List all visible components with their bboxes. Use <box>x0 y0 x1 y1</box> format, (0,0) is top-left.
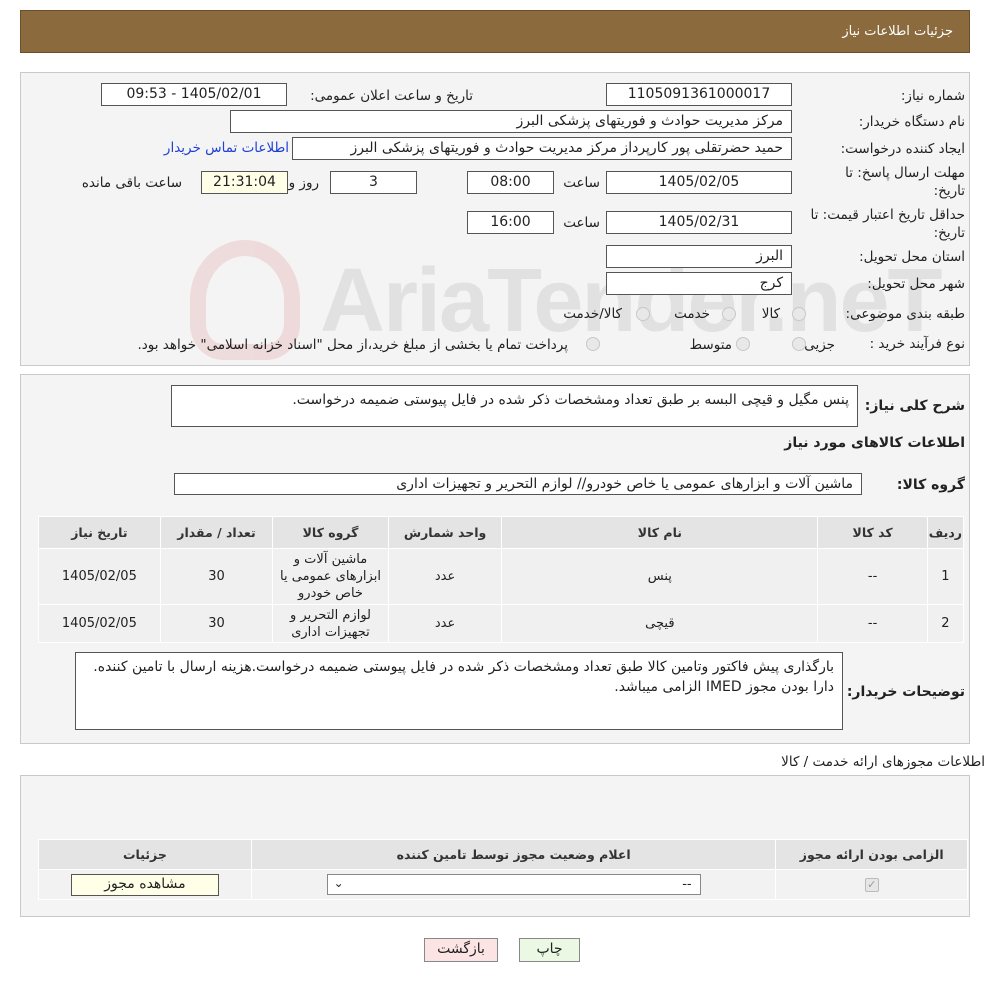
license-details-cell: مشاهده مجوز <box>38 869 252 900</box>
cell-name: پنس <box>501 548 819 605</box>
goods-info-title: اطلاعات کالاهای مورد نیاز <box>784 435 965 451</box>
col-group: گروه کالا <box>272 516 389 549</box>
license-row: ✓ -- ⌄ مشاهده مجوز <box>38 869 968 900</box>
goods-group-field: ماشین آلات و ابزارهای عمومی یا خاص خودرو… <box>174 473 862 495</box>
print-button[interactable]: چاپ <box>519 938 580 962</box>
remaining-time-field: 21:31:04 <box>201 171 288 194</box>
remaining-label: ساعت باقی مانده <box>81 175 182 191</box>
category-label: طبقه بندی موضوعی: <box>845 306 965 322</box>
category-radio-service[interactable] <box>722 307 736 321</box>
goods-table-header: ردیف کد کالا نام کالا واحد شمارش گروه کا… <box>38 516 965 549</box>
goods-group-label: گروه کالا: <box>896 477 965 493</box>
cell-group: لوازم التحریر و تجهیزات اداری <box>272 604 389 643</box>
col-date: تاریخ نیاز <box>38 516 161 549</box>
col-name: نام کالا <box>501 516 819 549</box>
cell-row: 2 <box>926 604 965 643</box>
process-label: نوع فرآیند خرید : <box>869 336 965 352</box>
cell-date: 1405/02/05 <box>38 548 161 605</box>
cell-qty: 30 <box>159 604 274 643</box>
validity-time-label: ساعت <box>563 215 600 231</box>
category-service-label: خدمت <box>674 306 710 322</box>
validity-time-field: 16:00 <box>467 211 554 234</box>
col-unit: واحد شمارش <box>387 516 503 549</box>
licenses-table: الزامی بودن ارائه مجوز اعلام وضعیت مجوز … <box>38 839 968 900</box>
col-row: ردیف <box>926 516 965 549</box>
process-radio-medium[interactable] <box>736 337 750 351</box>
city-label: شهر محل تحویل: <box>867 276 965 292</box>
col-license-details: جزئیات <box>38 839 252 870</box>
buyer-notes-field: بارگذاری پیش فاکتور وتامین کالا طبق تعدا… <box>75 652 843 730</box>
licenses-section-title: اطلاعات مجوزهای ارائه خدمت / کالا <box>781 754 985 770</box>
cell-date: 1405/02/05 <box>38 604 161 643</box>
cell-qty: 30 <box>159 548 274 605</box>
contact-buyer-link[interactable]: اطلاعات تماس خریدار <box>164 140 289 156</box>
creator-field: حمید حضرتقلی پور کارپرداز مرکز مدیریت حو… <box>292 137 792 160</box>
province-field: البرز <box>606 245 792 268</box>
cell-name: قیچی <box>501 604 819 643</box>
deadline-time-label: ساعت <box>563 175 600 191</box>
cell-unit: عدد <box>387 548 503 605</box>
announce-label: تاریخ و ساعت اعلان عمومی: <box>310 88 473 104</box>
license-status-select-value: -- <box>682 877 692 892</box>
buyer-notes-label: توضیحات خریدار: <box>846 684 965 700</box>
license-required-cell: ✓ <box>775 869 968 900</box>
cell-row: 1 <box>926 548 965 605</box>
chevron-down-icon: ⌄ <box>333 876 344 890</box>
need-description-label: شرح کلی نیاز: <box>864 398 965 414</box>
col-qty: تعداد / مقدار <box>159 516 274 549</box>
validity-label-1: حداقل تاریخ اعتبار قیمت: تا <box>810 207 965 223</box>
page-title: جزئیات اطلاعات نیاز <box>842 24 953 39</box>
deadline-label-1: مهلت ارسال پاسخ: تا <box>845 165 965 181</box>
license-required-checkbox[interactable]: ✓ <box>864 878 879 892</box>
need-number-field: 1105091361000017 <box>606 83 792 106</box>
category-goods-service-label: کالا/خدمت <box>563 306 622 322</box>
category-goods-label: کالا <box>761 306 780 322</box>
category-radio-goods-service[interactable] <box>636 307 650 321</box>
category-radio-goods[interactable] <box>792 307 806 321</box>
cell-unit: عدد <box>387 604 503 643</box>
table-row: 2 -- قیچی عدد لوازم التحریر و تجهیزات اد… <box>38 604 965 643</box>
creator-label: ایجاد کننده درخواست: <box>840 141 965 157</box>
col-code: کد کالا <box>817 516 928 549</box>
days-field: 3 <box>330 171 417 194</box>
need-description-field: پنس مگیل و قیچی البسه بر طبق تعداد ومشخص… <box>171 385 858 427</box>
page-header: جزئیات اطلاعات نیاز <box>20 10 970 53</box>
cell-group: ماشین آلات و ابزارهای عمومی یا خاص خودرو <box>272 548 389 605</box>
back-button[interactable]: بازگشت <box>424 938 498 962</box>
table-row: 1 -- پنس عدد ماشین آلات و ابزارهای عمومی… <box>38 548 965 605</box>
announce-field: 1405/02/01 - 09:53 <box>101 83 287 106</box>
process-note: پرداخت تمام یا بخشی از مبلغ خرید،از محل … <box>137 337 568 353</box>
buyer-org-label: نام دستگاه خریدار: <box>858 114 965 130</box>
province-label: استان محل تحویل: <box>859 249 965 265</box>
view-license-button[interactable]: مشاهده مجوز <box>70 873 219 896</box>
days-label: روز و <box>288 175 319 191</box>
deadline-label-2: تاریخ: <box>933 183 965 199</box>
deadline-time-field: 08:00 <box>467 171 554 194</box>
col-license-required: الزامی بودن ارائه مجوز <box>775 839 968 870</box>
license-status-cell: -- ⌄ <box>250 869 777 900</box>
col-license-status: اعلام وضعیت مجوز توسط تامین کننده <box>250 839 777 870</box>
need-number-label: شماره نیاز: <box>900 88 965 104</box>
validity-date-field: 1405/02/31 <box>606 211 792 234</box>
deadline-date-field: 1405/02/05 <box>606 171 792 194</box>
process-checkbox-treasury[interactable] <box>586 337 600 351</box>
license-status-select[interactable]: -- ⌄ <box>326 874 701 895</box>
buyer-org-field: مرکز مدیریت حوادث و فوریتهای پزشکی البرز <box>230 110 792 133</box>
city-field: کرج <box>606 272 792 295</box>
cell-code: -- <box>817 604 928 643</box>
process-medium-label: متوسط <box>689 337 732 353</box>
process-minor-label: جزیی <box>804 337 835 353</box>
licenses-table-header: الزامی بودن ارائه مجوز اعلام وضعیت مجوز … <box>38 839 968 870</box>
goods-table: ردیف کد کالا نام کالا واحد شمارش گروه کا… <box>38 516 965 643</box>
cell-code: -- <box>817 548 928 605</box>
validity-label-2: تاریخ: <box>933 225 965 241</box>
